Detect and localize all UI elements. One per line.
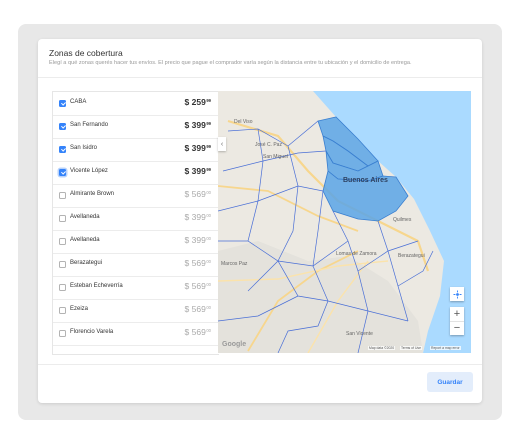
zone-price-cents: 00: [206, 259, 211, 264]
map-label-lomas: Lomas de Zamora: [336, 251, 377, 257]
zone-row[interactable]: Vicente López $ 39999: [53, 161, 219, 185]
zone-price: $ 25999: [185, 97, 211, 107]
map-label-marcos-paz: Marcos Paz: [221, 261, 248, 267]
zone-checkbox[interactable]: [59, 283, 66, 291]
zoom-controls: + −: [450, 307, 464, 335]
map-collapse-button[interactable]: ‹: [218, 137, 226, 151]
zone-price-cents: 00: [206, 282, 211, 287]
zone-price: $ 39900: [185, 212, 211, 222]
zone-row[interactable]: Esteban Echeverría $ 56900: [53, 276, 219, 300]
zone-row[interactable]: Berazategui $ 56900: [53, 253, 219, 277]
coverage-card: Zonas de cobertura Elegí a qué zonas que…: [38, 39, 482, 403]
zoom-out-button[interactable]: −: [450, 321, 464, 335]
zone-price-amount: $ 399: [184, 166, 206, 176]
zone-name: Avellaneda: [70, 237, 100, 243]
zone-price-amount: $ 399: [184, 212, 206, 222]
zone-price: $ 39999: [185, 166, 211, 176]
zone-price: $ 39999: [185, 143, 211, 153]
zone-checkbox[interactable]: [59, 214, 66, 222]
zone-row[interactable]: Avellaneda $ 39900: [53, 230, 219, 254]
zone-checkbox[interactable]: [59, 122, 66, 130]
zone-price-amount: $ 569: [184, 304, 206, 314]
zone-price-amount: $ 399: [184, 143, 206, 153]
zone-name: Vicente López: [70, 168, 108, 174]
zone-price-cents: 99: [206, 121, 211, 126]
zone-name: Esteban Echeverría: [70, 283, 123, 289]
map-label-berazategui: Berazategui: [398, 253, 425, 259]
zone-price-amount: $ 259: [184, 97, 206, 107]
zone-list[interactable]: CABA $ 25999 San Fernando $ 39999 San Isidro…: [52, 91, 219, 355]
zone-row[interactable]: Almirante Brown $ 56900: [53, 184, 219, 208]
map-report-link[interactable]: Report a map error: [430, 346, 461, 350]
locate-button[interactable]: [450, 287, 464, 301]
zone-price-cents: 00: [206, 236, 211, 241]
zone-price-amount: $ 569: [184, 281, 206, 291]
coverage-map[interactable]: Del Viso José C. Paz San Miguel Buenos A…: [218, 91, 471, 353]
zone-row[interactable]: San Isidro $ 39999: [53, 138, 219, 162]
zone-price-amount: $ 399: [184, 235, 206, 245]
map-label-san-miguel: San Miguel: [263, 154, 289, 160]
map-terms-link[interactable]: Terms of Use: [400, 346, 422, 350]
zone-name: San Fernando: [70, 122, 109, 128]
crosshair-icon: [453, 290, 461, 298]
zone-name: San Isidro: [70, 145, 98, 151]
zone-name: Ezeiza: [70, 306, 89, 312]
zone-row[interactable]: San Fernando $ 39999: [53, 115, 219, 139]
google-logo: Google: [222, 341, 247, 348]
zone-checkbox[interactable]: [59, 260, 66, 268]
zone-price-amount: $ 399: [184, 120, 206, 130]
zone-checkbox[interactable]: [59, 99, 66, 107]
zone-price-cents: 99: [206, 98, 211, 103]
save-button[interactable]: Guardar: [427, 372, 473, 392]
zone-price-cents: 99: [206, 167, 211, 172]
map-label-jose-c-paz: José C. Paz: [255, 142, 282, 148]
zone-checkbox[interactable]: [59, 145, 66, 153]
zone-price: $ 56900: [185, 327, 211, 337]
zone-row[interactable]: CABA $ 25999: [53, 92, 219, 116]
map-label-buenos-aires: Buenos Aires: [343, 177, 388, 184]
zone-price: $ 56900: [185, 304, 211, 314]
map-label-del-viso: Del Viso: [234, 119, 253, 125]
zone-price: $ 39999: [185, 120, 211, 130]
zone-checkbox[interactable]: [59, 191, 66, 199]
zone-name: Florencio Varela: [70, 329, 114, 335]
page-subtitle: Elegí a qué zonas querés hacer tus envío…: [49, 60, 412, 66]
zone-price-cents: 99: [206, 144, 211, 149]
zone-price-cents: 00: [206, 190, 211, 195]
map-label-quilmes: Quilmes: [393, 217, 412, 223]
zone-price-amount: $ 569: [184, 258, 206, 268]
footer-divider: [38, 364, 482, 365]
zone-checkbox[interactable]: [59, 306, 66, 314]
zone-checkbox[interactable]: [59, 237, 66, 245]
zoom-in-button[interactable]: +: [450, 307, 464, 322]
card-header: Zonas de cobertura Elegí a qué zonas que…: [38, 39, 482, 78]
zone-price-amount: $ 569: [184, 189, 206, 199]
map-canvas: [218, 91, 471, 353]
zone-row[interactable]: Avellaneda $ 39900: [53, 207, 219, 231]
land-south: [218, 241, 423, 353]
map-label-san-vicente: San Vicente: [346, 331, 373, 337]
zone-price-cents: 00: [206, 328, 211, 333]
zone-price: $ 39900: [185, 235, 211, 245]
zone-price-cents: 00: [206, 305, 211, 310]
zone-price: $ 56900: [185, 281, 211, 291]
zone-row[interactable]: Ezeiza $ 56900: [53, 299, 219, 323]
zone-name: Avellaneda: [70, 214, 100, 220]
zone-price: $ 56900: [185, 189, 211, 199]
zone-name: CABA: [70, 99, 87, 105]
zone-name: Berazategui: [70, 260, 103, 266]
zone-price: $ 56900: [185, 258, 211, 268]
map-data-attribution: Map data ©2020: [368, 346, 396, 350]
zone-price-cents: 00: [206, 213, 211, 218]
zone-price-amount: $ 569: [184, 327, 206, 337]
zone-checkbox[interactable]: [59, 329, 66, 337]
zone-name: Almirante Brown: [70, 191, 115, 197]
zone-checkbox[interactable]: [59, 168, 66, 176]
page-title: Zonas de cobertura: [49, 48, 123, 58]
zone-row[interactable]: Florencio Varela $ 56900: [53, 322, 219, 346]
